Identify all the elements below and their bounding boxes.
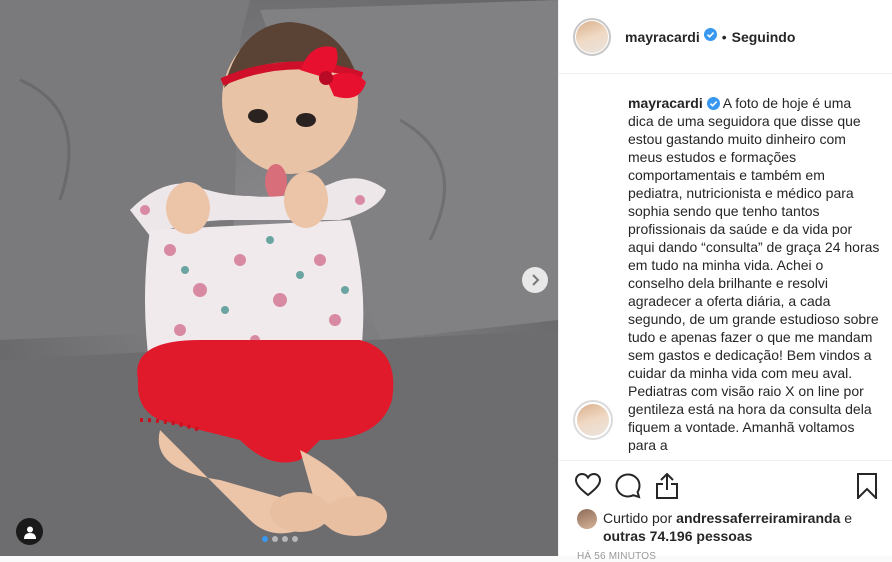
caption: mayracardi A foto de hoje é uma dica de … (628, 94, 880, 454)
bookmark-icon[interactable] (857, 473, 877, 504)
likes-prefix: Curtido por (603, 510, 677, 526)
baby-photo-illustration (0, 0, 558, 556)
post-sidebar: mayracardi • Seguindo mayracardi A foto … (558, 0, 892, 562)
post-header: mayracardi • Seguindo (559, 0, 892, 74)
heart-icon[interactable] (574, 472, 602, 502)
header-username[interactable]: mayracardi (625, 29, 700, 45)
post-timestamp[interactable]: HÁ 56 MINUTOS (577, 551, 656, 562)
share-icon[interactable] (655, 472, 679, 504)
likes-others[interactable]: outras 74.196 pessoas (603, 528, 752, 544)
action-bar: Curtido por andressaferreiramiranda e ou… (559, 460, 892, 562)
avatar[interactable] (573, 17, 611, 56)
liker-avatar[interactable] (577, 509, 597, 529)
header-separator: • (721, 28, 727, 45)
tagged-users-button[interactable] (16, 518, 43, 545)
comment-icon[interactable] (615, 473, 641, 504)
caption-text: A foto de hoje é uma dica de uma seguido… (628, 95, 880, 453)
caption-avatar[interactable] (573, 400, 613, 440)
carousel-dot-3 (282, 536, 288, 542)
chevron-right-icon (530, 274, 540, 286)
user-icon (23, 525, 37, 539)
liker-username[interactable]: andressaferreiramiranda (676, 510, 840, 526)
likes-summary: Curtido por andressaferreiramiranda e ou… (577, 509, 877, 545)
verified-badge-icon (703, 27, 717, 46)
caption-username[interactable]: mayracardi (628, 95, 703, 111)
following-button[interactable]: Seguindo (732, 29, 796, 45)
comments-area[interactable]: mayracardi A foto de hoje é uma dica de … (559, 74, 892, 460)
carousel-indicator (262, 536, 298, 542)
carousel-next-button[interactable] (522, 267, 548, 293)
caption-verified-badge-icon (706, 95, 723, 111)
post-modal: mayracardi • Seguindo mayracardi A foto … (0, 0, 892, 562)
carousel-dot-4 (292, 536, 298, 542)
carousel-dot-1 (262, 536, 268, 542)
carousel-dot-2 (272, 536, 278, 542)
likes-middle: e (840, 510, 853, 526)
post-photo[interactable] (0, 0, 558, 556)
